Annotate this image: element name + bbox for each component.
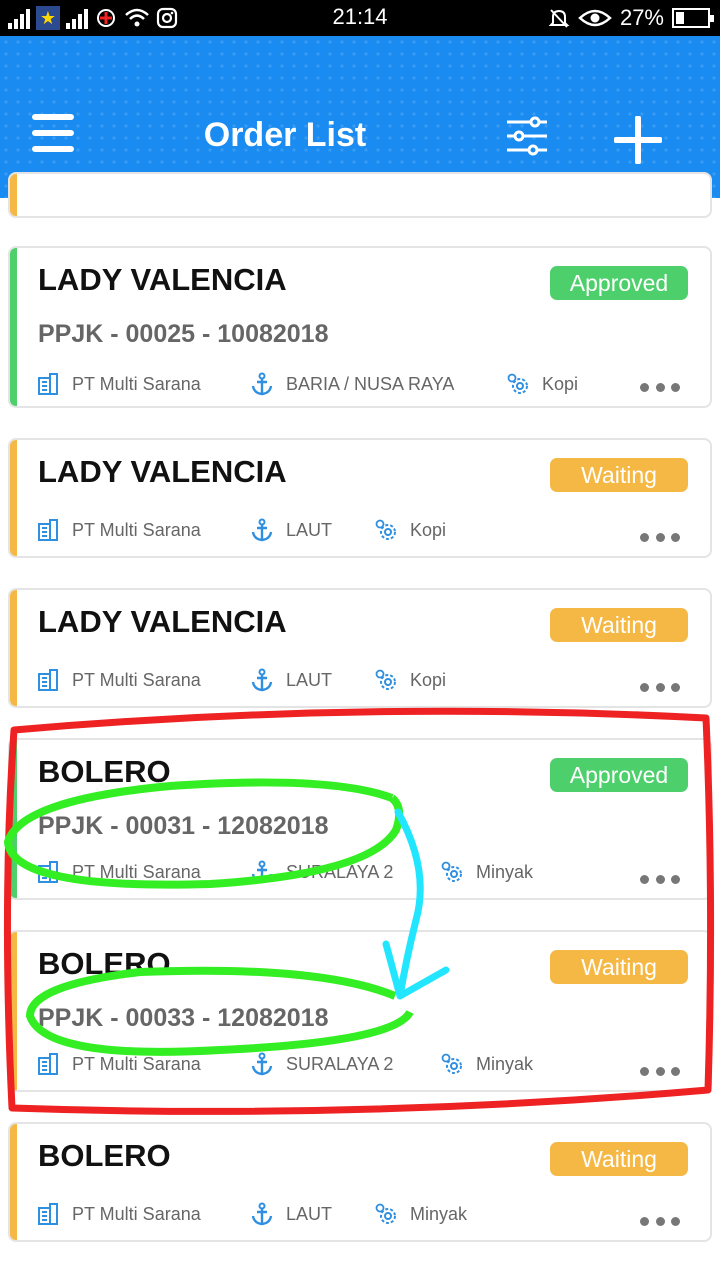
commodity-name: Kopi [410, 669, 447, 690]
route-name: BARIA / NUSA RAYA [286, 373, 455, 394]
company-name: PT Multi Sarana [72, 669, 201, 690]
anchor-icon [250, 518, 274, 542]
eye-icon [578, 9, 612, 27]
order-meta: PT Multi Sarana LAUT Minyak [36, 1200, 467, 1228]
order-code: PPJK - 00033 - 12082018 [38, 1004, 329, 1032]
mute-bell-icon [548, 9, 570, 28]
filter-button[interactable] [505, 116, 549, 156]
more-options-button[interactable] [640, 533, 680, 543]
status-stripe [10, 740, 17, 898]
route-name: LAUT [286, 519, 333, 540]
status-bar: ★ 21:14 27% [0, 0, 720, 36]
status-badge: Waiting [550, 1142, 688, 1176]
order-code: PPJK - 00025 - 10082018 [38, 320, 329, 348]
building-icon [36, 1052, 60, 1076]
order-code: PPJK - 00031 - 12082018 [38, 812, 329, 840]
vessel-name: LADY VALENCIA [38, 604, 287, 639]
company-name: PT Multi Sarana [72, 1053, 201, 1074]
company-name: PT Multi Sarana [72, 1203, 201, 1224]
vessel-name: BOLERO [38, 946, 171, 981]
building-icon [36, 1202, 60, 1226]
building-icon [36, 860, 60, 884]
more-options-button[interactable] [640, 875, 680, 885]
more-options-button[interactable] [640, 1067, 680, 1077]
building-icon [36, 518, 60, 542]
anchor-icon [250, 1052, 274, 1076]
status-badge: Waiting [550, 950, 688, 984]
route-name: LAUT [286, 669, 333, 690]
commodity-name: Minyak [476, 1053, 534, 1074]
order-meta: PT Multi Sarana LAUT Kopi [36, 516, 446, 544]
app-screen: ★ 21:14 27% Order List LADY VALENCIA App… [0, 0, 720, 1280]
order-card-0[interactable]: LADY VALENCIA Approved PPJK - 00025 - 10… [8, 246, 712, 408]
order-card-3[interactable]: BOLERO Approved PPJK - 00031 - 12082018 … [8, 738, 712, 900]
company-name: PT Multi Sarana [72, 373, 201, 394]
gear-icon [374, 668, 398, 692]
route-name: SURALAYA 2 [286, 1053, 394, 1074]
status-stripe [10, 248, 17, 406]
status-stripe [10, 1124, 17, 1240]
company-name: PT Multi Sarana [72, 861, 201, 882]
order-card-2[interactable]: LADY VALENCIA Waiting PT Multi Sarana LA… [8, 588, 712, 708]
commodity-name: Minyak [410, 1203, 468, 1224]
status-badge: Approved [550, 758, 688, 792]
commodity-name: Minyak [476, 861, 534, 882]
status-badge: Approved [550, 266, 688, 300]
add-order-button[interactable] [614, 116, 662, 164]
order-card-1[interactable]: LADY VALENCIA Waiting PT Multi Sarana LA… [8, 438, 712, 558]
building-icon [36, 372, 60, 396]
order-meta: PT Multi Sarana SURALAYA 2 Minyak [36, 1050, 533, 1078]
order-meta: PT Multi Sarana BARIA / NUSA RAYA Kopi [36, 370, 578, 398]
route-name: SURALAYA 2 [286, 861, 394, 882]
order-card-5[interactable]: BOLERO Waiting PT Multi Sarana LAUT Miny… [8, 1122, 712, 1242]
gear-icon [374, 518, 398, 542]
battery-icon [672, 8, 714, 28]
status-badge: Waiting [550, 608, 688, 642]
vessel-name: LADY VALENCIA [38, 454, 287, 489]
order-meta: PT Multi Sarana SURALAYA 2 Minyak [36, 858, 533, 886]
anchor-icon [250, 372, 274, 396]
route-name: LAUT [286, 1203, 333, 1224]
battery-percent: 27% [619, 5, 664, 30]
page-title: Order List [203, 116, 367, 154]
gear-icon [506, 372, 530, 396]
gear-icon [440, 860, 464, 884]
gear-icon [374, 1202, 398, 1226]
order-meta: PT Multi Sarana LAUT Kopi [36, 666, 446, 694]
commodity-name: Kopi [410, 519, 447, 540]
status-stripe [10, 174, 17, 216]
status-right-icons: 27% [548, 5, 714, 31]
vessel-name: BOLERO [38, 754, 171, 789]
status-badge: Waiting [550, 458, 688, 492]
gear-icon [440, 1052, 464, 1076]
building-icon [36, 668, 60, 692]
status-stripe [10, 932, 17, 1090]
more-options-button[interactable] [640, 383, 680, 393]
partial-order-card[interactable] [8, 172, 712, 218]
status-stripe [10, 440, 17, 556]
commodity-name: Kopi [542, 373, 579, 394]
anchor-icon [250, 860, 274, 884]
vessel-name: BOLERO [38, 1138, 171, 1173]
status-stripe [10, 590, 17, 706]
company-name: PT Multi Sarana [72, 519, 201, 540]
more-options-button[interactable] [640, 1217, 680, 1227]
order-card-4[interactable]: BOLERO Waiting PPJK - 00033 - 12082018 P… [8, 930, 712, 1092]
vessel-name: LADY VALENCIA [38, 262, 287, 297]
anchor-icon [250, 1202, 274, 1226]
more-options-button[interactable] [640, 683, 680, 693]
anchor-icon [250, 668, 274, 692]
